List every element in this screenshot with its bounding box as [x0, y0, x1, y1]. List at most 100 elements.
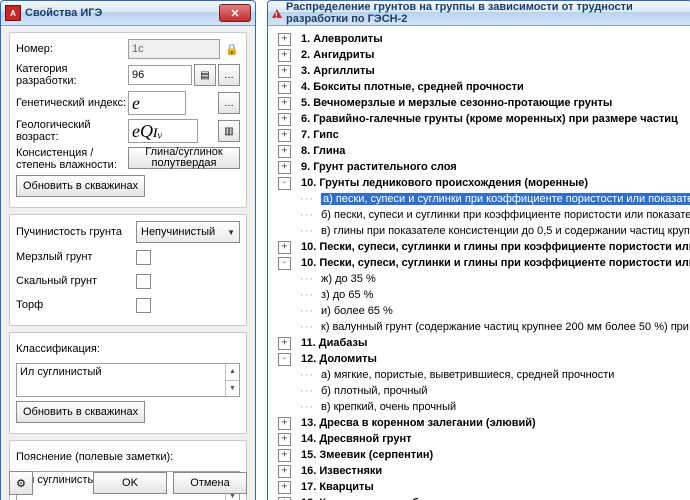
dialog-titlebar[interactable]: A Свойства ИГЭ ✕ [1, 1, 255, 26]
tree-node[interactable]: ···в) крепкий, очень прочный [270, 399, 689, 415]
tree-node[interactable]: +16. Известняки [270, 463, 689, 479]
tree-node[interactable]: -10. Пески, супеси, суглинки и глины при… [270, 255, 689, 271]
category-field[interactable]: 96 [128, 65, 192, 85]
tree-node-label: 6. Гравийно-галечные грунты (кроме морен… [301, 113, 678, 125]
collapse-icon[interactable]: - [278, 257, 291, 270]
expand-icon[interactable]: + [278, 497, 291, 500]
collapse-icon[interactable]: - [278, 353, 291, 366]
dialog-title: Свойства ИГЭ [25, 7, 102, 19]
spin-down-icon[interactable]: ▼ [225, 380, 239, 397]
close-button[interactable]: ✕ [219, 4, 251, 22]
tree-leaf-marker: ··· [300, 225, 314, 237]
tree-node[interactable]: -10. Грунты ледникового происхождения (м… [270, 175, 689, 191]
tree-node[interactable]: ···ж) до 35 % [270, 271, 689, 287]
expand-icon[interactable]: + [278, 33, 291, 46]
expand-icon[interactable]: + [278, 81, 291, 94]
chevron-down-icon: ▼ [227, 228, 235, 237]
ok-button[interactable]: OK [93, 472, 167, 494]
expand-icon[interactable]: + [278, 65, 291, 78]
gen-index-field[interactable]: e [128, 91, 186, 115]
tree-node[interactable]: ··· б) плотный, прочный [270, 383, 689, 399]
consist-button[interactable]: Глина/суглинок полутвердая [128, 147, 240, 169]
spin-up-icon[interactable]: ▲ [225, 364, 239, 380]
tree-node[interactable]: +3. Аргиллиты [270, 63, 689, 79]
tree-node-label: 12. Доломиты [301, 353, 377, 365]
category-lookup-button[interactable]: ▤ [194, 64, 216, 86]
tree-node[interactable]: +11. Диабазы [270, 335, 689, 351]
lock-icon[interactable]: 🔒 [224, 43, 240, 56]
collapse-icon[interactable]: - [278, 177, 291, 190]
tree-node[interactable]: ···з) до 65 % [270, 287, 689, 303]
tree-node[interactable]: +17. Кварциты [270, 479, 689, 495]
gen-index-more-button[interactable]: … [218, 92, 240, 114]
tree-node-label: ж) до 35 % [321, 273, 376, 285]
expand-icon[interactable]: + [278, 433, 291, 446]
tree-leaf-marker: ··· [300, 289, 314, 301]
tree-node[interactable]: ···к) валунный грунт (содержание частиц … [270, 319, 689, 335]
tree-node-label: 10. Грунты ледникового происхождения (мо… [301, 177, 588, 189]
tree-node[interactable]: +8. Глина [270, 143, 689, 159]
tree-leaf-marker: ··· [300, 209, 314, 221]
expand-icon[interactable]: + [278, 481, 291, 494]
rock-checkbox[interactable] [136, 274, 151, 289]
tree-node[interactable]: +18. Конгломераты и брекчии [270, 495, 689, 500]
tree-node-label: в) глины при показателе консистенции до … [321, 225, 690, 237]
tree-node[interactable]: ··· в) глины при показателе консистенции … [270, 223, 689, 239]
tree-node-label: и) более 65 % [321, 305, 393, 317]
class-field[interactable]: Ил суглинистый ▲▼ [16, 363, 240, 397]
tree-leaf-marker: ··· [300, 385, 314, 397]
cancel-button[interactable]: Отмена [173, 472, 247, 494]
peat-checkbox[interactable] [136, 298, 151, 313]
expand-icon[interactable]: + [278, 145, 291, 158]
expand-icon[interactable]: + [278, 97, 291, 110]
update-wells-button-2[interactable]: Обновить в скважинах [16, 401, 145, 423]
tree-node[interactable]: +5. Вечномерзлые и мерзлые сезонно-прота… [270, 95, 689, 111]
category-label: Категория разработки: [16, 63, 128, 87]
tree-node[interactable]: +13. Дресва в коренном залегании (элювий… [270, 415, 689, 431]
frost-combo[interactable]: Непучинистый▼ [136, 221, 240, 243]
panel-titlebar[interactable]: Распределение грунтов на группы в зависи… [268, 1, 690, 26]
tree-node[interactable]: ···б) пески, супеси и суглинки при коэфф… [270, 207, 689, 223]
tree-node-label: 7. Гипс [301, 129, 339, 141]
tree-leaf-marker: ··· [300, 305, 314, 317]
geo-age-field[interactable]: eQɪᵥ [128, 119, 198, 143]
tree-node[interactable]: +14. Дресвяной грунт [270, 431, 689, 447]
tree-node[interactable]: -12. Доломиты [270, 351, 689, 367]
tool-icon-button[interactable]: ⚙ [9, 471, 33, 495]
frozen-checkbox[interactable] [136, 250, 151, 265]
expand-icon[interactable]: + [278, 449, 291, 462]
tree-node[interactable]: ···а) пески, супеси и суглинки при коэфф… [270, 191, 689, 207]
tree-node-label: 10. Пески, супеси, суглинки и глины при … [301, 241, 690, 253]
tree-node[interactable]: +15. Змеевик (серпентин) [270, 447, 689, 463]
tree-node[interactable]: +9. Грунт растительного слоя [270, 159, 689, 175]
expand-icon[interactable]: + [278, 161, 291, 174]
expand-icon[interactable]: + [278, 113, 291, 126]
tree-node[interactable]: ···а) мягкие, пористые, выветрившиеся, с… [270, 367, 689, 383]
tree-node-label: 16. Известняки [301, 465, 382, 477]
tree-node-label: 15. Змеевик (серпентин) [301, 449, 433, 461]
geo-age-label: Геологический возраст: [16, 119, 128, 143]
expand-icon[interactable]: + [278, 465, 291, 478]
tree-node-label: 13. Дресва в коренном залегании (элювий) [301, 417, 536, 429]
geo-age-pick-button[interactable]: ▥ [218, 120, 240, 142]
tree-node[interactable]: +7. Гипс [270, 127, 689, 143]
update-wells-button[interactable]: Обновить в скважинах [16, 175, 145, 197]
tree-node[interactable]: +1. Алевролиты [270, 31, 689, 47]
tree-node[interactable]: ··· и) более 65 % [270, 303, 689, 319]
tree-leaf-marker: ··· [300, 193, 314, 205]
frozen-label: Мерзлый грунт [16, 251, 136, 263]
tree-node-label: б) плотный, прочный [321, 385, 427, 397]
tree-node[interactable]: +6. Гравийно-галечные грунты (кроме море… [270, 111, 689, 127]
tree-node[interactable]: +10. Пески, супеси, суглинки и глины при… [270, 239, 689, 255]
consist-label: Консистенция / степень влажности: [16, 147, 128, 171]
category-more-button[interactable]: … [218, 64, 240, 86]
tree-node[interactable]: +4. Бокситы плотные, средней прочности [270, 79, 689, 95]
tree-node[interactable]: +2. Ангидриты [270, 47, 689, 63]
expand-icon[interactable]: + [278, 129, 291, 142]
expand-icon[interactable]: + [278, 49, 291, 62]
expand-icon[interactable]: + [278, 417, 291, 430]
expand-icon[interactable]: + [278, 241, 291, 254]
tree-leaf-marker: ··· [300, 401, 314, 413]
soil-tree[interactable]: +1. Алевролиты+2. Ангидриты+3. Аргиллиты… [268, 27, 690, 500]
expand-icon[interactable]: + [278, 337, 291, 350]
